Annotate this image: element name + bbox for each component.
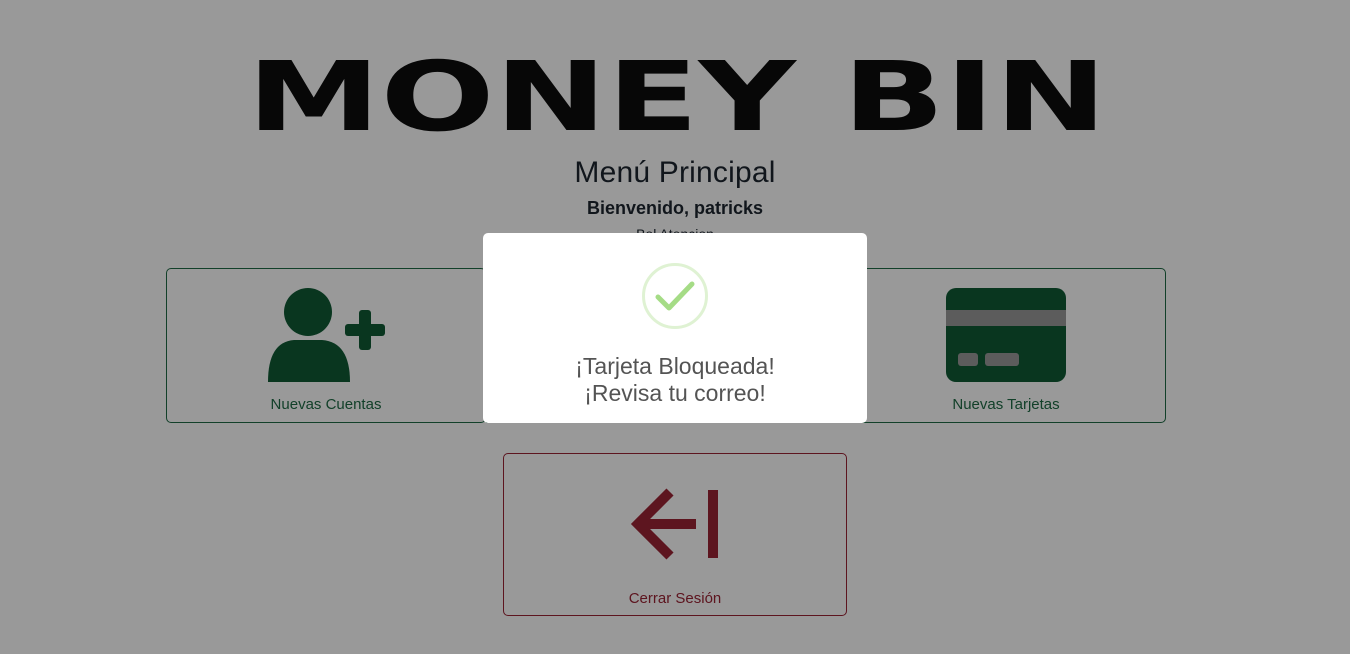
success-check-icon: [641, 262, 709, 330]
alert-line-1: ¡Tarjeta Bloqueada!: [575, 353, 775, 379]
alert-message: ¡Tarjeta Bloqueada! ¡Revisa tu correo!: [483, 353, 867, 407]
modal-overlay[interactable]: ¡Tarjeta Bloqueada! ¡Revisa tu correo!: [0, 0, 1350, 654]
alert-dialog: ¡Tarjeta Bloqueada! ¡Revisa tu correo!: [483, 233, 867, 423]
alert-line-2: ¡Revisa tu correo!: [584, 380, 766, 406]
